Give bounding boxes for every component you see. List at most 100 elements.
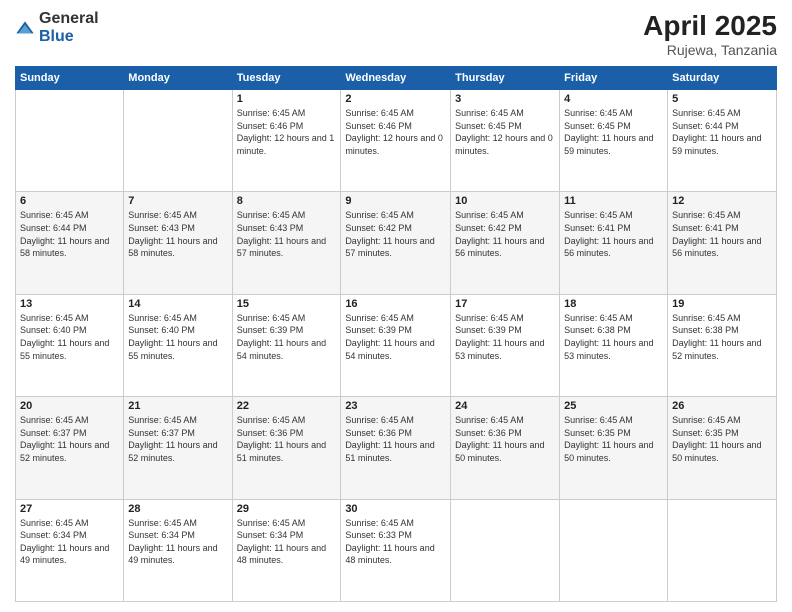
table-row: 12 Sunrise: 6:45 AM Sunset: 6:41 PM Dayli… <box>668 192 777 294</box>
day-info: Sunrise: 6:45 AM Sunset: 6:40 PM Dayligh… <box>20 312 119 362</box>
day-info: Sunrise: 6:45 AM Sunset: 6:39 PM Dayligh… <box>345 312 446 362</box>
day-number: 15 <box>237 298 337 310</box>
day-info: Sunrise: 6:45 AM Sunset: 6:36 PM Dayligh… <box>455 414 555 464</box>
day-number: 26 <box>672 400 772 412</box>
table-row: 22 Sunrise: 6:45 AM Sunset: 6:36 PM Dayli… <box>232 397 341 499</box>
table-row: 19 Sunrise: 6:45 AM Sunset: 6:38 PM Dayli… <box>668 294 777 396</box>
logo-text: General Blue <box>39 10 99 46</box>
day-info: Sunrise: 6:45 AM Sunset: 6:37 PM Dayligh… <box>128 414 227 464</box>
day-info: Sunrise: 6:45 AM Sunset: 6:39 PM Dayligh… <box>455 312 555 362</box>
col-friday: Friday <box>560 67 668 90</box>
day-info: Sunrise: 6:45 AM Sunset: 6:46 PM Dayligh… <box>345 107 446 157</box>
day-number: 9 <box>345 195 446 207</box>
col-monday: Monday <box>124 67 232 90</box>
day-info: Sunrise: 6:45 AM Sunset: 6:42 PM Dayligh… <box>455 209 555 259</box>
day-number: 30 <box>345 503 446 515</box>
calendar-header-row: Sunday Monday Tuesday Wednesday Thursday… <box>16 67 777 90</box>
day-info: Sunrise: 6:45 AM Sunset: 6:33 PM Dayligh… <box>345 517 446 567</box>
day-number: 27 <box>20 503 119 515</box>
day-number: 23 <box>345 400 446 412</box>
day-info: Sunrise: 6:45 AM Sunset: 6:36 PM Dayligh… <box>237 414 337 464</box>
day-info: Sunrise: 6:45 AM Sunset: 6:45 PM Dayligh… <box>455 107 555 157</box>
col-wednesday: Wednesday <box>341 67 451 90</box>
day-info: Sunrise: 6:45 AM Sunset: 6:45 PM Dayligh… <box>564 107 663 157</box>
day-number: 24 <box>455 400 555 412</box>
table-row: 26Sunrise: 6:45 AM Sunset: 6:35 PM Dayli… <box>668 397 777 499</box>
col-tuesday: Tuesday <box>232 67 341 90</box>
table-row: 20 Sunrise: 6:45 AM Sunset: 6:37 PM Dayli… <box>16 397 124 499</box>
table-row <box>668 499 777 601</box>
day-number: 1 <box>237 93 337 105</box>
table-row: 17 Sunrise: 6:45 AM Sunset: 6:39 PM Dayli… <box>451 294 560 396</box>
day-number: 19 <box>672 298 772 310</box>
day-number: 4 <box>564 93 663 105</box>
table-row: 4 Sunrise: 6:45 AM Sunset: 6:45 PM Daylig… <box>560 90 668 192</box>
day-info: Sunrise: 6:45 AM Sunset: 6:43 PM Dayligh… <box>237 209 337 259</box>
logo-general: General <box>39 10 99 27</box>
day-number: 11 <box>564 195 663 207</box>
day-info: Sunrise: 6:45 AM Sunset: 6:46 PM Dayligh… <box>237 107 337 157</box>
day-number: 28 <box>128 503 227 515</box>
table-row: 24 Sunrise: 6:45 AM Sunset: 6:36 PM Dayli… <box>451 397 560 499</box>
table-row: 5 Sunrise: 6:45 AM Sunset: 6:44 PM Daylig… <box>668 90 777 192</box>
day-info: Sunrise: 6:45 AM Sunset: 6:38 PM Dayligh… <box>564 312 663 362</box>
table-row <box>451 499 560 601</box>
day-number: 3 <box>455 93 555 105</box>
day-number: 13 <box>20 298 119 310</box>
col-saturday: Saturday <box>668 67 777 90</box>
table-row: 11 Sunrise: 6:45 AM Sunset: 6:41 PM Dayli… <box>560 192 668 294</box>
table-row <box>124 90 232 192</box>
day-number: 20 <box>20 400 119 412</box>
table-row: 18 Sunrise: 6:45 AM Sunset: 6:38 PM Dayli… <box>560 294 668 396</box>
day-info: Sunrise: 6:45 AM Sunset: 6:35 PM Dayligh… <box>564 414 663 464</box>
table-row: 15Sunrise: 6:45 AM Sunset: 6:39 PM Dayli… <box>232 294 341 396</box>
day-info: Sunrise: 6:45 AM Sunset: 6:44 PM Dayligh… <box>20 209 119 259</box>
calendar-table: Sunday Monday Tuesday Wednesday Thursday… <box>15 66 777 602</box>
table-row <box>560 499 668 601</box>
col-thursday: Thursday <box>451 67 560 90</box>
col-sunday: Sunday <box>16 67 124 90</box>
table-row: 30 Sunrise: 6:45 AM Sunset: 6:33 PM Dayli… <box>341 499 451 601</box>
logo: General Blue <box>15 10 99 46</box>
table-row: 28Sunrise: 6:45 AM Sunset: 6:34 PM Dayli… <box>124 499 232 601</box>
page: General Blue April 2025 Rujewa, Tanzania… <box>0 0 792 612</box>
logo-icon <box>15 18 35 38</box>
day-info: Sunrise: 6:45 AM Sunset: 6:41 PM Dayligh… <box>672 209 772 259</box>
day-info: Sunrise: 6:45 AM Sunset: 6:42 PM Dayligh… <box>345 209 446 259</box>
day-number: 2 <box>345 93 446 105</box>
table-row: 13 Sunrise: 6:45 AM Sunset: 6:40 PM Dayli… <box>16 294 124 396</box>
day-number: 8 <box>237 195 337 207</box>
table-row: 6 Sunrise: 6:45 AM Sunset: 6:44 PM Daylig… <box>16 192 124 294</box>
table-row: 7 Sunrise: 6:45 AM Sunset: 6:43 PM Daylig… <box>124 192 232 294</box>
day-info: Sunrise: 6:45 AM Sunset: 6:40 PM Dayligh… <box>128 312 227 362</box>
table-row: 16 Sunrise: 6:45 AM Sunset: 6:39 PM Dayli… <box>341 294 451 396</box>
table-row: 3 Sunrise: 6:45 AM Sunset: 6:45 PM Daylig… <box>451 90 560 192</box>
table-row: 25Sunrise: 6:45 AM Sunset: 6:35 PM Dayli… <box>560 397 668 499</box>
day-number: 17 <box>455 298 555 310</box>
table-row: 10Sunrise: 6:45 AM Sunset: 6:42 PM Dayli… <box>451 192 560 294</box>
day-number: 22 <box>237 400 337 412</box>
day-info: Sunrise: 6:45 AM Sunset: 6:36 PM Dayligh… <box>345 414 446 464</box>
day-number: 18 <box>564 298 663 310</box>
day-info: Sunrise: 6:45 AM Sunset: 6:37 PM Dayligh… <box>20 414 119 464</box>
table-row: 2 Sunrise: 6:45 AM Sunset: 6:46 PM Daylig… <box>341 90 451 192</box>
table-row: 14 Sunrise: 6:45 AM Sunset: 6:40 PM Dayli… <box>124 294 232 396</box>
day-info: Sunrise: 6:45 AM Sunset: 6:44 PM Dayligh… <box>672 107 772 157</box>
month-title: April 2025 <box>643 10 777 42</box>
table-row: 29Sunrise: 6:45 AM Sunset: 6:34 PM Dayli… <box>232 499 341 601</box>
day-number: 12 <box>672 195 772 207</box>
day-info: Sunrise: 6:45 AM Sunset: 6:38 PM Dayligh… <box>672 312 772 362</box>
day-number: 21 <box>128 400 227 412</box>
day-number: 7 <box>128 195 227 207</box>
day-info: Sunrise: 6:45 AM Sunset: 6:41 PM Dayligh… <box>564 209 663 259</box>
table-row <box>16 90 124 192</box>
day-number: 16 <box>345 298 446 310</box>
day-number: 29 <box>237 503 337 515</box>
day-info: Sunrise: 6:45 AM Sunset: 6:34 PM Dayligh… <box>20 517 119 567</box>
table-row: 27 Sunrise: 6:45 AM Sunset: 6:34 PM Dayli… <box>16 499 124 601</box>
day-info: Sunrise: 6:45 AM Sunset: 6:43 PM Dayligh… <box>128 209 227 259</box>
day-number: 6 <box>20 195 119 207</box>
day-number: 5 <box>672 93 772 105</box>
day-number: 14 <box>128 298 227 310</box>
table-row: 23 Sunrise: 6:45 AM Sunset: 6:36 PM Dayli… <box>341 397 451 499</box>
